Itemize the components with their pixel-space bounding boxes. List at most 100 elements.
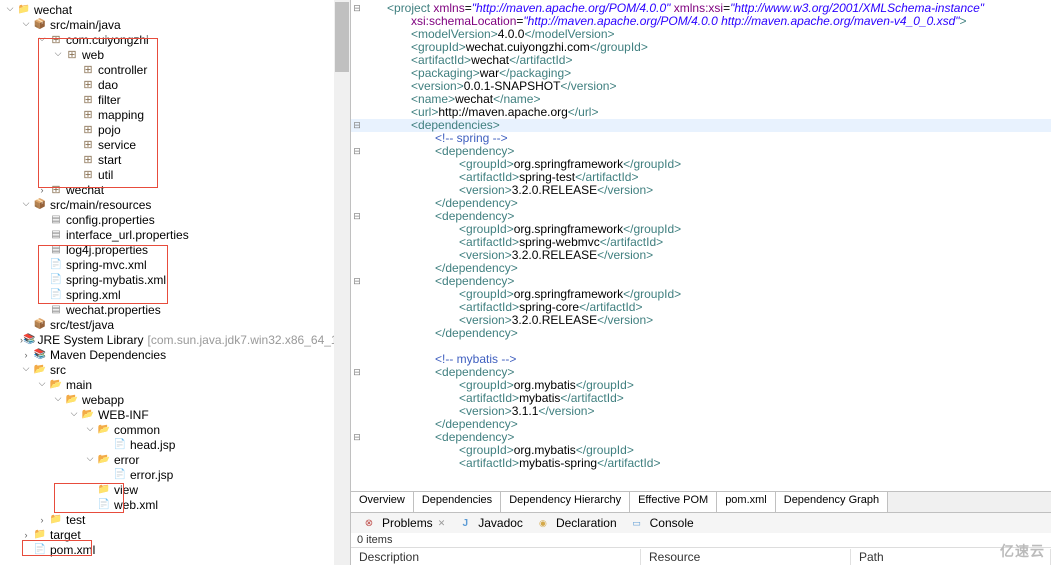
- tree-node-wechat-properties[interactable]: wechat.properties: [0, 302, 350, 317]
- view-tab-console[interactable]: Console: [623, 515, 700, 531]
- fold-icon[interactable]: ⊟: [351, 210, 363, 223]
- code-line[interactable]: ⊟<dependency>: [351, 275, 1051, 288]
- xml-editor[interactable]: ⊟<project xmlns="http://maven.apache.org…: [351, 0, 1051, 491]
- fold-icon[interactable]: ⊟: [351, 145, 363, 158]
- tree-node-head-jsp[interactable]: head.jsp: [0, 437, 350, 452]
- fold-icon[interactable]: [351, 418, 363, 431]
- editor-tab-dependency-hierarchy[interactable]: Dependency Hierarchy: [501, 492, 630, 512]
- view-tab-declaration[interactable]: Declaration: [529, 515, 623, 531]
- expand-icon[interactable]: ⌵: [20, 18, 32, 29]
- code-line[interactable]: <groupId>org.springframework</groupId>: [351, 158, 1051, 171]
- fold-icon[interactable]: ⊟: [351, 431, 363, 444]
- code-line[interactable]: ⊟<dependency>: [351, 431, 1051, 444]
- tree-node-service[interactable]: service: [0, 137, 350, 152]
- tree-node-JRE-System-Library[interactable]: ›JRE System Library[com.sun.java.jdk7.wi…: [0, 332, 350, 347]
- fold-icon[interactable]: [351, 132, 363, 145]
- expand-icon[interactable]: ⌵: [68, 408, 80, 419]
- fold-icon[interactable]: [351, 158, 363, 171]
- fold-icon[interactable]: [351, 171, 363, 184]
- package-explorer[interactable]: ⌵wechat⌵src/main/java⌵com.cuiyongzhi⌵web…: [0, 0, 351, 565]
- fold-icon[interactable]: [351, 340, 363, 353]
- tree-node-dao[interactable]: dao: [0, 77, 350, 92]
- tree-node-wechat[interactable]: ⌵wechat: [0, 2, 350, 17]
- fold-icon[interactable]: [351, 379, 363, 392]
- code-line[interactable]: <groupId>org.springframework</groupId>: [351, 288, 1051, 301]
- tree-node-spring-mybatis-xml[interactable]: spring-mybatis.xml: [0, 272, 350, 287]
- code-line[interactable]: ⊟<dependency>: [351, 366, 1051, 379]
- expand-icon[interactable]: ⌵: [20, 363, 32, 374]
- tree-node-pojo[interactable]: pojo: [0, 122, 350, 137]
- fold-icon[interactable]: [351, 15, 363, 28]
- fold-icon[interactable]: [351, 106, 363, 119]
- expand-icon[interactable]: ⌵: [84, 423, 96, 434]
- tree-node-wechat[interactable]: ›wechat: [0, 182, 350, 197]
- expand-icon[interactable]: ⌵: [52, 48, 64, 59]
- code-line[interactable]: <groupId>org.mybatis</groupId>: [351, 379, 1051, 392]
- code-line[interactable]: </dependency>: [351, 327, 1051, 340]
- code-line[interactable]: <groupId>org.mybatis</groupId>: [351, 444, 1051, 457]
- tree-node-src-main-resources[interactable]: ⌵src/main/resources: [0, 197, 350, 212]
- editor-tab-dependency-graph[interactable]: Dependency Graph: [776, 492, 888, 512]
- code-line[interactable]: <artifactId>spring-test</artifactId>: [351, 171, 1051, 184]
- editor-tab-effective-pom[interactable]: Effective POM: [630, 492, 717, 512]
- fold-icon[interactable]: [351, 327, 363, 340]
- code-line[interactable]: <artifactId>mybatis-spring</artifactId>: [351, 457, 1051, 470]
- expand-icon[interactable]: ›: [36, 185, 48, 195]
- fold-icon[interactable]: [351, 80, 363, 93]
- tree-node-mapping[interactable]: mapping: [0, 107, 350, 122]
- code-line[interactable]: <artifactId>spring-core</artifactId>: [351, 301, 1051, 314]
- fold-icon[interactable]: ⊟: [351, 119, 363, 132]
- fold-icon[interactable]: [351, 54, 363, 67]
- fold-icon[interactable]: [351, 184, 363, 197]
- close-icon[interactable]: ✕: [438, 518, 446, 529]
- editor-tab-overview[interactable]: Overview: [351, 492, 414, 512]
- tree-node-spring-mvc-xml[interactable]: spring-mvc.xml: [0, 257, 350, 272]
- code-line[interactable]: ⊟<dependency>: [351, 210, 1051, 223]
- tree-node-main[interactable]: ⌵main: [0, 377, 350, 392]
- fold-icon[interactable]: [351, 223, 363, 236]
- fold-icon[interactable]: [351, 288, 363, 301]
- scrollbar[interactable]: [334, 0, 350, 565]
- tree-node-src-test-java[interactable]: src/test/java: [0, 317, 350, 332]
- fold-icon[interactable]: [351, 444, 363, 457]
- fold-icon[interactable]: [351, 405, 363, 418]
- editor-tab-dependencies[interactable]: Dependencies: [414, 492, 501, 512]
- fold-icon[interactable]: [351, 41, 363, 54]
- expand-icon[interactable]: ⌵: [84, 453, 96, 464]
- tree-node-web[interactable]: ⌵web: [0, 47, 350, 62]
- tree-node-log4j-properties[interactable]: log4j.properties: [0, 242, 350, 257]
- column-header-resource[interactable]: Resource: [641, 549, 851, 565]
- tree-node-spring-xml[interactable]: spring.xml: [0, 287, 350, 302]
- column-header-description[interactable]: Description: [351, 549, 641, 565]
- tree-node-src[interactable]: ⌵src: [0, 362, 350, 377]
- expand-icon[interactable]: ⌵: [36, 33, 48, 44]
- fold-icon[interactable]: [351, 392, 363, 405]
- tree-node-WEB-INF[interactable]: ⌵WEB-INF: [0, 407, 350, 422]
- fold-icon[interactable]: [351, 262, 363, 275]
- tree-node-error-jsp[interactable]: error.jsp: [0, 467, 350, 482]
- tree-node-util[interactable]: util: [0, 167, 350, 182]
- expand-icon[interactable]: ⌵: [36, 378, 48, 389]
- tree-node-interface_url-properties[interactable]: interface_url.properties: [0, 227, 350, 242]
- fold-icon[interactable]: ⊟: [351, 2, 363, 15]
- tree-node-filter[interactable]: filter: [0, 92, 350, 107]
- fold-icon[interactable]: [351, 197, 363, 210]
- tree-node-controller[interactable]: controller: [0, 62, 350, 77]
- tree-node-test[interactable]: ›test: [0, 512, 350, 527]
- tree-node-pom-xml[interactable]: pom.xml: [0, 542, 350, 557]
- view-tab-javadoc[interactable]: Javadoc: [451, 515, 529, 531]
- column-header-path[interactable]: Path: [851, 549, 1051, 565]
- fold-icon[interactable]: [351, 314, 363, 327]
- tree-node-web-xml[interactable]: web.xml: [0, 497, 350, 512]
- expand-icon[interactable]: ⌵: [4, 3, 16, 14]
- tree-node-start[interactable]: start: [0, 152, 350, 167]
- fold-icon[interactable]: ⊟: [351, 366, 363, 379]
- code-line[interactable]: <groupId>org.springframework</groupId>: [351, 223, 1051, 236]
- expand-icon[interactable]: ›: [20, 350, 32, 360]
- fold-icon[interactable]: [351, 457, 363, 470]
- fold-icon[interactable]: ⊟: [351, 275, 363, 288]
- fold-icon[interactable]: [351, 353, 363, 366]
- fold-icon[interactable]: [351, 249, 363, 262]
- expand-icon[interactable]: ⌵: [52, 393, 64, 404]
- fold-icon[interactable]: [351, 28, 363, 41]
